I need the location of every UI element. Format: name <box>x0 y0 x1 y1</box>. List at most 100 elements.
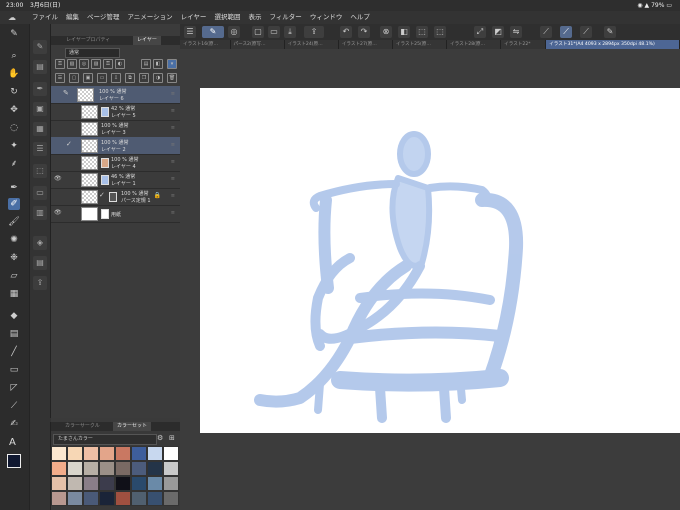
menu-item[interactable]: レイヤー <box>177 11 211 24</box>
color-swatch[interactable] <box>131 476 147 491</box>
tab-layer-property[interactable]: レイヤープロパティ <box>66 36 110 45</box>
app-logo-icon[interactable]: ☁ <box>8 11 16 24</box>
layer-color-icon[interactable]: ▤ <box>141 59 151 69</box>
transfer-down-icon[interactable]: ⇩ <box>111 73 121 83</box>
document-tab[interactable]: イラスト24(原… <box>284 40 339 49</box>
clear-icon[interactable]: ⊗ <box>380 26 392 38</box>
document-tab[interactable]: パース2(原写… <box>230 40 285 49</box>
layer-row[interactable]: 👁 46 % 通常 レイヤー 1 ≡ <box>51 171 181 189</box>
color-swatch[interactable] <box>67 461 83 476</box>
text-tool-icon[interactable]: A <box>9 437 16 448</box>
color-swatch[interactable] <box>163 476 179 491</box>
subtool-image-icon[interactable]: ▣ <box>33 102 47 116</box>
tab-color-set[interactable]: カラーセット <box>113 422 152 431</box>
subtool-select-icon[interactable]: ⬚ <box>33 164 47 178</box>
color-swatch[interactable] <box>147 446 163 461</box>
color-swatch[interactable] <box>115 446 131 461</box>
layer-row[interactable]: 100 % 通常 レイヤー 4 ≡ <box>51 154 181 172</box>
layer-lock-icon[interactable]: ⚿ <box>55 59 65 69</box>
canvas-paper[interactable] <box>200 88 680 433</box>
menu-item[interactable]: 選択範囲 <box>210 11 244 24</box>
magic-wand-icon[interactable]: ✦ <box>8 140 20 152</box>
subtool-grid-icon[interactable]: ▦ <box>33 122 47 136</box>
snap-grid-icon[interactable]: ⟋ <box>580 26 592 38</box>
redo-icon[interactable]: ↷ <box>358 26 370 38</box>
document-tab[interactable]: イラスト16(原… <box>180 40 231 49</box>
subtool-layer-icon[interactable]: ▥ <box>33 206 47 220</box>
layer-row[interactable]: ✎ 100 % 通常 レイヤー 6 ≡ <box>51 86 181 104</box>
layer-row[interactable]: ✓ 100 % 通常 レイヤー 2 ≡ <box>51 137 181 155</box>
layer-row[interactable]: 100 % 通常 レイヤー 3 ≡ <box>51 120 181 138</box>
lasso-icon[interactable]: ◌ <box>8 122 20 134</box>
layer-mask-add-icon[interactable]: ◑ <box>153 73 163 83</box>
line-icon[interactable]: ╱ <box>8 346 20 358</box>
lock-icon[interactable]: 🔒 <box>154 192 161 199</box>
color-swatch[interactable] <box>83 461 99 476</box>
color-swatch[interactable] <box>115 491 131 506</box>
color-swatch[interactable] <box>67 491 83 506</box>
color-swatch[interactable] <box>67 476 83 491</box>
layer-draft-icon[interactable]: ▨ <box>91 59 101 69</box>
drag-handle-icon[interactable]: ≡ <box>171 193 175 199</box>
drag-handle-icon[interactable]: ≡ <box>171 108 175 114</box>
color-swatch[interactable] <box>163 446 179 461</box>
color-swatch[interactable] <box>99 476 115 491</box>
snap-ruler-icon[interactable]: ⟋ <box>540 26 552 38</box>
menu-item[interactable]: ファイル <box>28 11 62 24</box>
new-folder-icon[interactable]: ▭ <box>97 73 107 83</box>
drag-handle-icon[interactable]: ≡ <box>171 91 175 97</box>
subtool-folder-icon[interactable]: ▭ <box>33 186 47 200</box>
airbrush-icon[interactable]: ✺ <box>8 234 20 246</box>
color-swatch[interactable] <box>99 461 115 476</box>
new-raster-layer-icon[interactable]: ▢ <box>69 73 79 83</box>
subtool-export-icon[interactable]: ⇪ <box>33 276 47 290</box>
layer-row[interactable]: 42 % 通常 レイヤー 5 ≡ <box>51 103 181 121</box>
balloon-icon[interactable]: ✍ <box>8 418 20 430</box>
blend-icon[interactable]: ▦ <box>8 288 20 300</box>
tab-layer[interactable]: レイヤー <box>133 36 161 45</box>
selection-icon[interactable]: ⬚ <box>434 26 446 38</box>
menu-item[interactable]: 編集 <box>62 11 83 24</box>
add-swatch-icon[interactable]: ⊞ <box>169 434 175 442</box>
pen-tool-icon[interactable]: ✒ <box>8 182 20 194</box>
fill-icon[interactable]: ◆ <box>8 310 20 322</box>
color-swatch[interactable] <box>51 476 67 491</box>
menu-item[interactable]: ウィンドウ <box>306 11 347 24</box>
subtool-layers-icon[interactable]: ▤ <box>33 60 47 74</box>
merge-icon[interactable]: ⧉ <box>125 73 135 83</box>
settings-icon[interactable]: ✎ <box>604 26 616 38</box>
zoom-icon[interactable]: ⌕ <box>8 50 20 62</box>
color-swatch[interactable] <box>147 476 163 491</box>
fill-area-icon[interactable]: ◧ <box>398 26 410 38</box>
color-swatch[interactable] <box>163 461 179 476</box>
new-file-icon[interactable]: ▢ <box>252 26 264 38</box>
color-swatch[interactable] <box>115 476 131 491</box>
menu-item[interactable]: アニメーション <box>123 11 176 24</box>
document-tab[interactable]: イラスト22* <box>501 40 547 49</box>
color-swatch[interactable] <box>147 491 163 506</box>
color-swatch[interactable] <box>51 446 67 461</box>
pencil-icon[interactable]: ✐ <box>8 198 20 210</box>
open-file-icon[interactable]: ▭ <box>268 26 280 38</box>
color-swatch[interactable] <box>131 461 147 476</box>
flip-icon[interactable]: ⇋ <box>510 26 522 38</box>
color-set-select[interactable]: たまさんカラー <box>53 434 157 445</box>
color-swatch[interactable] <box>163 491 179 506</box>
export-icon[interactable]: ⇪ <box>304 26 324 38</box>
color-swatch[interactable] <box>131 446 147 461</box>
subtool-pen-icon[interactable]: ✒ <box>33 82 47 96</box>
move-icon[interactable]: ✥ <box>8 104 20 116</box>
layer-list-icon[interactable]: ☰ <box>55 73 65 83</box>
deselect-icon[interactable]: ⬚ <box>416 26 428 38</box>
menu-item[interactable]: 表示 <box>244 11 265 24</box>
color-swatch[interactable] <box>131 491 147 506</box>
subtool-list-icon[interactable]: ☰ <box>33 142 47 156</box>
menu-icon[interactable]: ☰ <box>184 26 196 38</box>
decoration-icon[interactable]: ❉ <box>8 252 20 264</box>
color-swatch[interactable] <box>83 446 99 461</box>
subtool-toggle-icon[interactable]: ✎ <box>202 26 224 38</box>
layer-mask-icon[interactable]: ◐ <box>115 59 125 69</box>
layer-ref-icon[interactable]: ◎ <box>79 59 89 69</box>
document-tab[interactable]: イラスト27(原… <box>338 40 393 49</box>
eye-icon[interactable]: 👁 <box>54 175 62 182</box>
